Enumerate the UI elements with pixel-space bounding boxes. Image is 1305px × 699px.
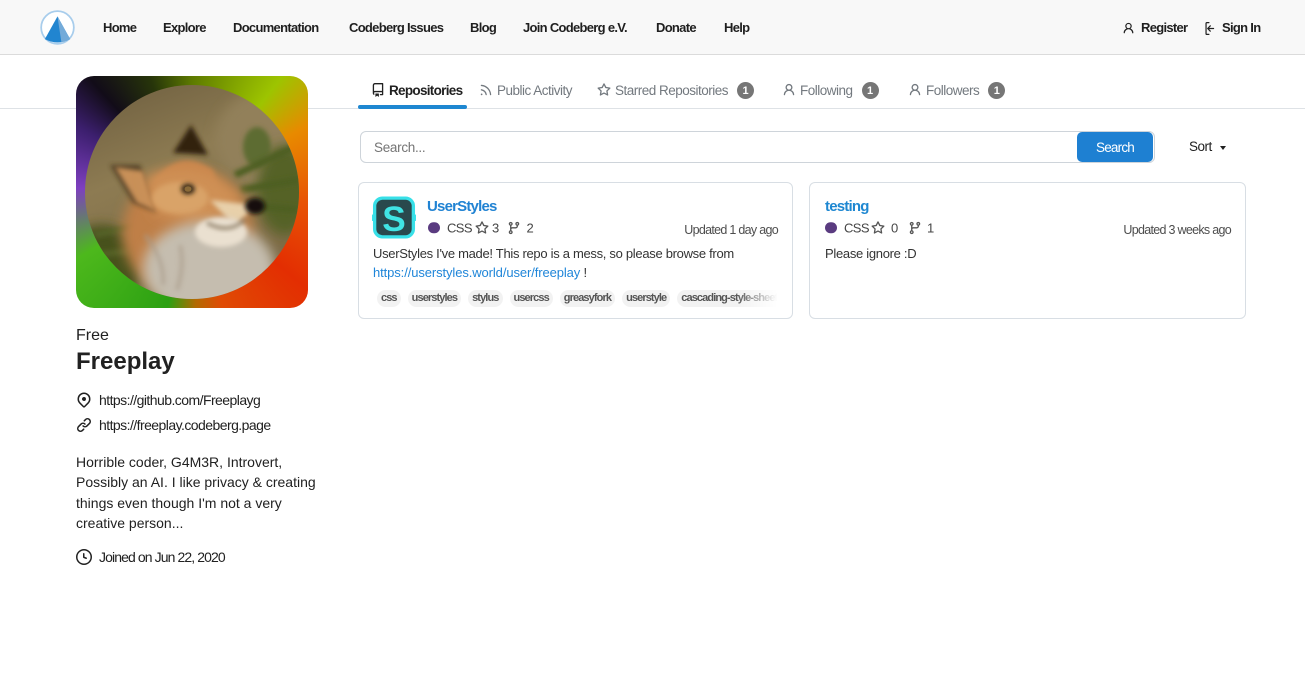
svg-text:S: S xyxy=(382,200,405,239)
